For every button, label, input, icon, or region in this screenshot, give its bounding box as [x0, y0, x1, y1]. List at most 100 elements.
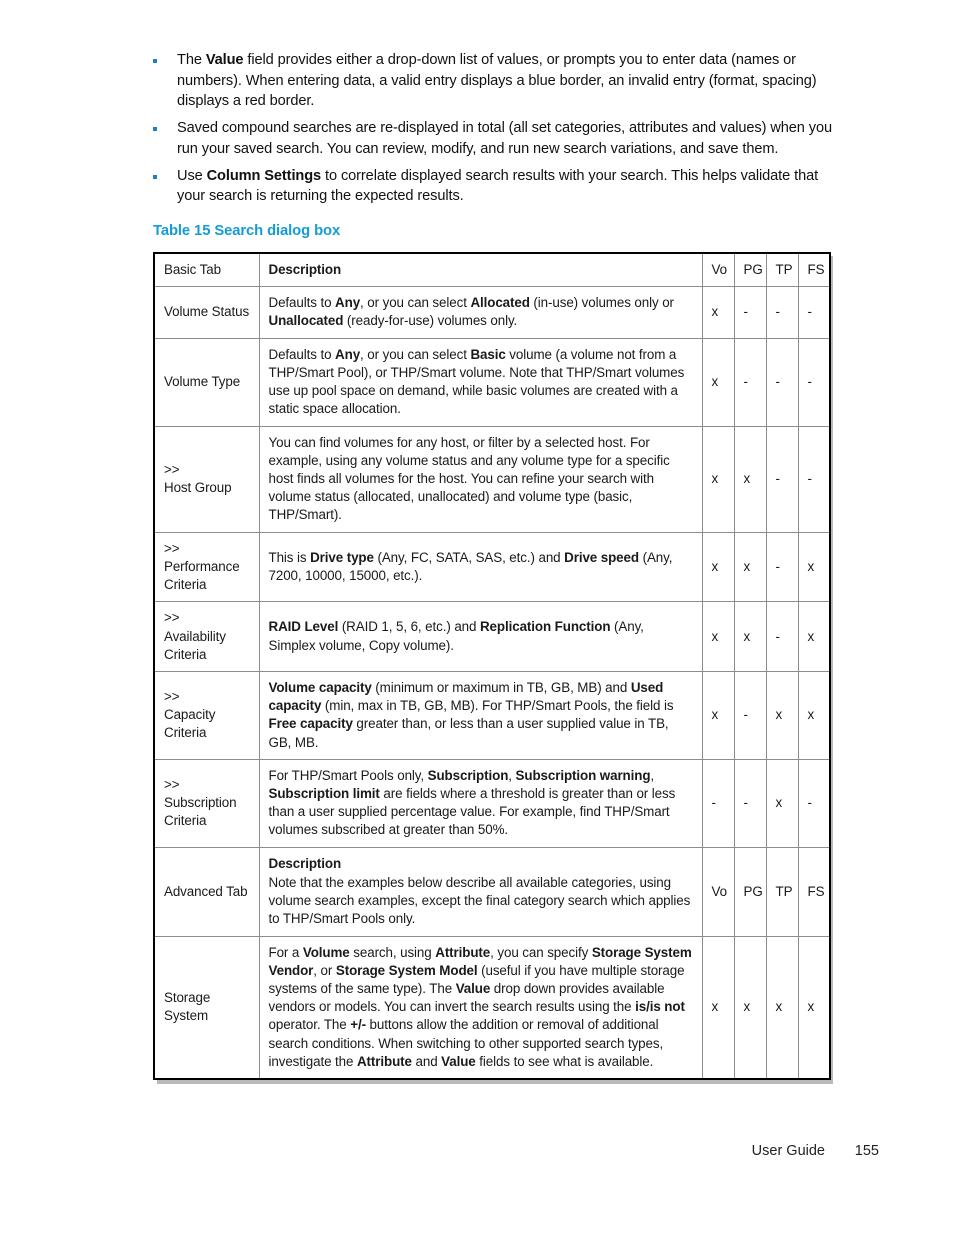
- table-header-row: Basic Tab Description Vo PG TP FS: [154, 253, 830, 288]
- table-row: Volume Status Defaults to Any, or you can…: [154, 286, 830, 339]
- row-description-cell: Defaults to Any, or you can select Alloc…: [259, 286, 703, 339]
- column-header-fs: FS: [798, 847, 830, 937]
- table-row: >> Host Group You can find volumes for any…: [154, 426, 830, 533]
- table-row: Volume Type Defaults to Any, or you can s…: [154, 338, 830, 427]
- support-mark-cell: x: [798, 601, 830, 672]
- support-mark-cell: x: [766, 671, 799, 760]
- table-row: >> Availability Criteria RAID Level (RAID …: [154, 601, 830, 672]
- support-mark-cell: -: [798, 338, 830, 427]
- support-mark-cell: x: [734, 936, 767, 1080]
- support-mark-cell: x: [702, 338, 735, 427]
- bullet-text: Saved compound searches are re-displayed…: [177, 120, 832, 157]
- row-description-cell: RAID Level (RAID 1, 5, 6, etc.) and Repl…: [259, 601, 703, 672]
- support-mark-cell: -: [766, 338, 799, 427]
- footer-guide-label: User Guide: [751, 1143, 825, 1159]
- row-label-text: Availability Criteria: [164, 628, 226, 662]
- row-label-text: Host Group: [164, 480, 232, 496]
- bullet-square-icon: [153, 118, 177, 132]
- support-mark-cell: x: [798, 671, 830, 760]
- column-header-pg: PG: [734, 847, 767, 937]
- support-mark-cell: -: [766, 532, 799, 603]
- row-label-cell: Storage System: [154, 936, 260, 1080]
- bullet-item: Saved compound searches are re-displayed…: [153, 118, 843, 159]
- table-header-row: Advanced Tab Description Note that the exa…: [154, 847, 830, 937]
- bullet-square-icon: [153, 50, 177, 63]
- support-mark-cell: -: [766, 426, 799, 533]
- column-header-tp: TP: [766, 847, 799, 937]
- row-label-cell: >> Performance Criteria: [154, 532, 260, 603]
- row-label-prefix: >>: [164, 540, 180, 556]
- bullet-square-icon: [153, 166, 177, 179]
- table-caption: Table 15 Search dialog box: [153, 223, 341, 239]
- row-label-text: Volume Type: [164, 373, 241, 389]
- description-subheading: Description: [268, 855, 342, 871]
- table-body: Basic Tab Description Vo PG TP FS Volume Statu…: [154, 253, 830, 1080]
- row-label-cell: Basic Tab: [154, 253, 260, 288]
- row-label-cell: Advanced Tab: [154, 847, 260, 937]
- support-mark-cell: -: [734, 338, 767, 427]
- column-header-tp: TP: [766, 253, 799, 288]
- support-mark-cell: x: [702, 601, 735, 672]
- table-row: >> Performance Criteria This is Drive type…: [154, 532, 830, 603]
- support-mark-cell: x: [766, 936, 799, 1080]
- support-mark-cell: x: [766, 759, 799, 848]
- support-mark-cell: -: [798, 759, 830, 848]
- row-label-cell: >> Capacity Criteria: [154, 671, 260, 760]
- footer-page-number: 155: [854, 1143, 879, 1159]
- support-mark-cell: x: [734, 601, 767, 672]
- row-label-text: Volume Status: [164, 304, 250, 320]
- bullet-text: The Value field provides either a drop-d…: [177, 52, 817, 110]
- row-label-prefix: >>: [164, 689, 180, 705]
- row-label-cell: Volume Status: [154, 286, 260, 339]
- row-label-cell: >> Host Group: [154, 426, 260, 533]
- row-label-text: Subscription Criteria: [164, 795, 237, 829]
- support-mark-cell: -: [702, 759, 735, 848]
- table-row: Storage System For a Volume search, using…: [154, 936, 830, 1080]
- document-page: The Value field provides either a drop-d…: [0, 0, 954, 1235]
- row-description-cell: For a Volume search, using Attribute, yo…: [259, 936, 703, 1080]
- support-mark-cell: -: [766, 601, 799, 672]
- support-mark-cell: x: [702, 671, 735, 760]
- support-mark-cell: x: [702, 426, 735, 533]
- row-description-cell: Description: [259, 253, 703, 288]
- support-mark-cell: x: [702, 286, 735, 339]
- support-mark-cell: x: [734, 426, 767, 533]
- search-dialog-table: Basic Tab Description Vo PG TP FS Volume Statu…: [153, 252, 831, 1081]
- row-label-cell: >> Availability Criteria: [154, 601, 260, 672]
- row-description-cell: This is Drive type (Any, FC, SATA, SAS, …: [259, 532, 703, 603]
- support-mark-cell: x: [702, 532, 735, 603]
- row-description-cell: Volume capacity (minimum or maximum in T…: [259, 671, 703, 760]
- support-mark-cell: -: [798, 286, 830, 339]
- column-header-vo: Vo: [702, 253, 735, 288]
- row-description-cell: Description Note that the examples below …: [259, 847, 703, 937]
- bullet-text: Use Column Settings to correlate display…: [177, 167, 819, 205]
- row-label-prefix: >>: [164, 461, 180, 477]
- support-mark-cell: x: [702, 936, 735, 1080]
- row-label-text: Storage System: [164, 990, 211, 1024]
- support-mark-cell: -: [766, 286, 799, 339]
- bullet-item: The Value field provides either a drop-d…: [153, 50, 843, 112]
- support-mark-cell: -: [734, 671, 767, 760]
- row-label-text: Capacity Criteria: [164, 707, 216, 741]
- row-description-cell: For THP/Smart Pools only, Subscription, …: [259, 759, 703, 848]
- support-mark-cell: x: [798, 532, 830, 603]
- row-label-prefix: >>: [164, 610, 180, 626]
- row-label-prefix: >>: [164, 776, 180, 792]
- row-label-text: Performance Criteria: [164, 558, 240, 593]
- bullet-list: The Value field provides either a drop-d…: [153, 50, 843, 213]
- page-footer: User Guide 155: [0, 1143, 954, 1165]
- column-header-pg: PG: [734, 253, 767, 288]
- support-mark-cell: -: [734, 286, 767, 339]
- table-row: >> Capacity Criteria Volume capacity (mini…: [154, 671, 830, 760]
- column-header-vo: Vo: [702, 847, 735, 937]
- row-label-text: Basic Tab: [164, 262, 221, 277]
- support-mark-cell: -: [734, 759, 767, 848]
- bullet-item: Use Column Settings to correlate display…: [153, 166, 843, 207]
- table-row: >> Subscription Criteria For THP/Smart Poo…: [154, 759, 830, 848]
- support-mark-cell: -: [798, 426, 830, 533]
- row-description-cell: You can find volumes for any host, or fi…: [259, 426, 703, 533]
- column-header-fs: FS: [798, 253, 830, 288]
- row-description-cell: Defaults to Any, or you can select Basic…: [259, 338, 703, 427]
- support-mark-cell: x: [807, 999, 815, 1015]
- search-dialog-table-wrapper: Basic Tab Description Vo PG TP FS Volume Statu…: [153, 252, 833, 1085]
